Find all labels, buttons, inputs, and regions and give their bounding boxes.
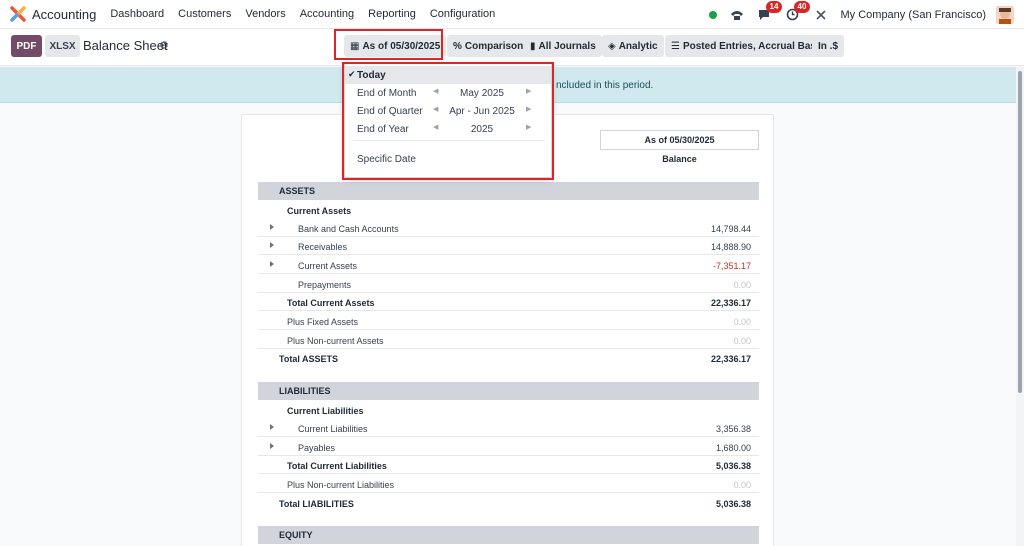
scrollbar-thumb[interactable] (1018, 71, 1022, 393)
control-panel: PDF XLSX Balance Sheet ⚙ ▦ As of 05/30/2… (0, 29, 1024, 66)
comparison-filter-button[interactable]: % Comparison (447, 35, 530, 57)
table-row[interactable]: Plus Non-current Assets 0.00 (258, 331, 759, 349)
group-current-assets[interactable]: Current Assets (258, 201, 759, 219)
info-banner-text: ncluded in this period. (556, 80, 654, 91)
row-value: 5,036.38 (715, 461, 751, 471)
percent-icon: % (453, 40, 462, 52)
row-value: 0.00 (733, 336, 751, 346)
column-header[interactable]: As of 05/30/2025 (600, 130, 759, 150)
user-avatar[interactable] (996, 5, 1014, 24)
group-current-liabilities[interactable]: Current Liabilities (258, 401, 759, 419)
section-assets[interactable]: ASSETS (258, 182, 759, 200)
expand-caret-icon[interactable] (270, 242, 274, 248)
total-row: Total ASSETS 22,336.17 (258, 349, 759, 367)
row-label: Current Liabilities (298, 424, 368, 434)
menu-configuration[interactable]: Configuration (430, 8, 495, 20)
journals-filter-button[interactable]: ▮ All Journals (524, 35, 602, 57)
row-value[interactable]: -7,351.17 (713, 261, 751, 271)
section-equity[interactable]: EQUITY (258, 526, 759, 544)
row-label: Total ASSETS (279, 354, 339, 364)
expand-caret-icon[interactable] (270, 224, 274, 230)
row-label: Current Assets (287, 206, 352, 216)
online-status-dot (708, 10, 717, 19)
table-row[interactable]: Receivables 14,888.90 (258, 237, 759, 255)
messages-badge: 14 (765, 0, 783, 13)
activities-badge: 40 (793, 0, 811, 13)
entries-filter-button[interactable]: ☰ Posted Entries, Accrual Basis (665, 35, 831, 57)
table-row[interactable]: Prepayments 0.00 (258, 275, 759, 293)
row-label: Current Liabilities (287, 406, 364, 416)
row-label: Current Assets (298, 261, 358, 271)
row-label: Payables (298, 443, 336, 453)
table-row[interactable]: Plus Non-current Liabilities 0.00 (258, 475, 759, 493)
row-value[interactable]: 1,680.00 (716, 443, 751, 453)
column-subheader: Balance (662, 154, 697, 164)
row-value[interactable]: 14,798.44 (711, 224, 751, 234)
table-row[interactable]: Current Liabilities 3,356.38 (258, 419, 759, 437)
xlsx-button[interactable]: XLSX (45, 35, 80, 57)
row-label: Bank and Cash Accounts (298, 224, 399, 234)
book-icon: ▮ (530, 40, 536, 52)
analytic-filter-label: Analytic (618, 40, 658, 52)
table-row[interactable]: Current Assets -7,351.17 (258, 256, 759, 274)
entries-filter-label: Posted Entries, Accrual Basis (682, 40, 825, 52)
highlight-date-filter (334, 29, 443, 60)
section-liabilities[interactable]: LIABILITIES (258, 382, 759, 400)
row-label: Total Current Liabilities (287, 461, 387, 471)
sliders-icon: ☰ (671, 40, 680, 52)
row-label: Total Current Assets (287, 298, 375, 308)
page-title: Balance Sheet (83, 38, 168, 53)
row-value: 0.00 (733, 317, 751, 327)
expand-caret-icon[interactable] (270, 424, 274, 430)
menu-accounting[interactable]: Accounting (300, 8, 354, 20)
menu-vendors[interactable]: Vendors (245, 8, 285, 20)
table-row[interactable]: Plus Fixed Assets 0.00 (258, 312, 759, 330)
total-row: Total LIABILITIES 5,036.38 (258, 494, 759, 512)
comparison-filter-label: Comparison (464, 40, 524, 52)
row-label: Plus Non-current Assets (287, 336, 384, 346)
row-label: Total LIABILITIES (279, 499, 354, 509)
row-label: Receivables (298, 242, 348, 252)
table-row[interactable]: Payables 1,680.00 (258, 438, 759, 456)
row-value: 0.00 (733, 480, 751, 490)
activities-clock-icon[interactable]: 40 (785, 0, 811, 23)
row-value[interactable]: 14,888.90 (711, 242, 751, 252)
layers-icon: ◈ (608, 40, 616, 52)
company-switcher[interactable]: My Company (San Francisco) (841, 9, 987, 21)
journals-filter-label: All Journals (538, 40, 596, 52)
expand-caret-icon[interactable] (270, 261, 274, 267)
app-name[interactable]: Accounting (32, 7, 96, 22)
menu-reporting[interactable]: Reporting (368, 8, 416, 20)
row-label: Plus Fixed Assets (287, 317, 359, 327)
row-value: 22,336.17 (710, 354, 751, 364)
accounting-app-icon[interactable] (10, 6, 26, 22)
currency-filter-label: In .$ (818, 40, 839, 52)
row-value: 0.00 (733, 280, 751, 290)
phone-icon[interactable] (729, 7, 745, 23)
top-navbar: Accounting Dashboard Customers Vendors A… (0, 0, 1024, 29)
menu-customers[interactable]: Customers (178, 8, 231, 20)
table-row[interactable]: Bank and Cash Accounts 14,798.44 (258, 219, 759, 237)
row-label: Prepayments (298, 280, 352, 290)
analytic-filter-button[interactable]: ◈ Analytic (602, 35, 664, 57)
messages-icon[interactable]: 14 (757, 0, 783, 23)
total-row: Total Current Assets 22,336.17 (258, 293, 759, 311)
highlight-date-dropdown (342, 62, 554, 180)
row-value: 5,036.38 (715, 499, 751, 509)
row-value[interactable]: 3,356.38 (716, 424, 751, 434)
row-label: Plus Non-current Liabilities (287, 480, 395, 490)
pdf-button[interactable]: PDF (11, 35, 42, 57)
page-scrollbar[interactable] (1016, 67, 1024, 546)
expand-caret-icon[interactable] (270, 443, 274, 449)
menu-dashboard[interactable]: Dashboard (110, 8, 164, 20)
row-value: 22,336.17 (710, 298, 751, 308)
currency-filter-button[interactable]: In .$ (812, 35, 845, 57)
debug-tools-icon[interactable] (813, 7, 829, 23)
total-row: Total Current Liabilities 5,036.38 (258, 456, 759, 474)
gear-icon[interactable]: ⚙ (159, 39, 169, 52)
